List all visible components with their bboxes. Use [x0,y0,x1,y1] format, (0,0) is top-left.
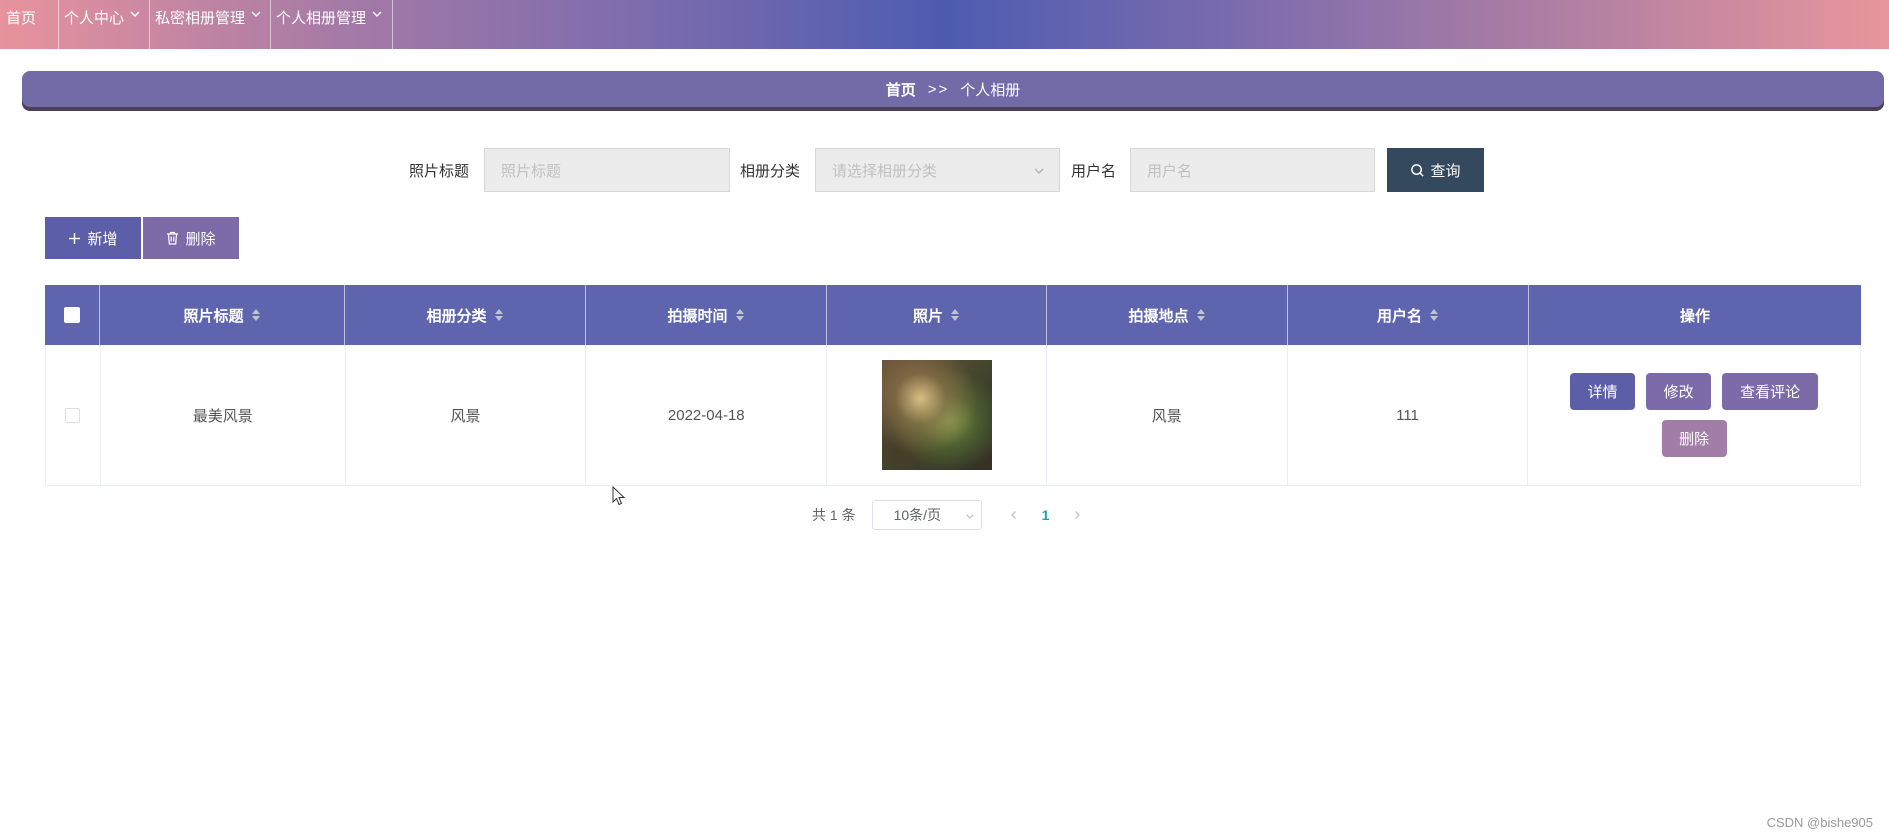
page-number[interactable]: 1 [1042,507,1050,523]
nav-home[interactable]: 首页 [0,0,59,49]
edit-button[interactable]: 修改 [1646,373,1712,410]
sort-icon [1196,309,1205,321]
column-header-photo[interactable]: 照片 [827,285,1047,345]
column-header-label: 用户名 [1376,307,1422,325]
column-header-label: 照片 [912,307,943,325]
pagination: 共 1 条 10条/页 1 [812,500,1087,530]
column-header-label: 照片标题 [183,307,244,325]
row-delete-button[interactable]: 删除 [1661,420,1727,457]
cell-actions: 详情 修改 查看评论 删除 [1528,345,1860,485]
cell-date: 2022-04-18 [586,345,828,485]
title-search-label: 照片标题 [409,163,470,180]
chevron-right-icon [1075,511,1081,519]
album-table: 照片标题 相册分类 拍摄时间 照片 拍摄地点 用户名 操作 最美风景 风景 20… [45,285,1861,486]
cell-photo [827,345,1047,485]
sort-icon [494,309,503,321]
sort-icon [251,309,260,321]
cell-title: 最美风景 [101,345,346,485]
username-search-placeholder: 用户名 [1147,162,1193,180]
column-header-actions: 操作 [1529,285,1861,345]
chevron-down-icon [251,11,261,17]
table-header: 照片标题 相册分类 拍摄时间 照片 拍摄地点 用户名 操作 [45,285,1861,345]
next-page-button[interactable] [1067,505,1087,525]
chevron-down-icon [965,514,974,519]
username-search-label: 用户名 [1071,163,1117,180]
sort-icon [735,309,744,321]
select-all-cell [45,285,100,345]
category-select-placeholder: 请选择相册分类 [832,162,938,180]
column-header-label: 操作 [1679,307,1710,325]
column-header-label: 相册分类 [426,307,487,325]
select-all-checkbox[interactable] [64,307,80,323]
breadcrumb-home[interactable]: 首页 [886,79,916,100]
trash-icon [167,231,179,245]
search-form: 照片标题 照片标题 相册分类 请选择相册分类 用户名 用户名 查询 [0,148,1889,192]
breadcrumb-current: 个人相册 [960,81,1021,99]
nav-personal-center-label: 个人中心 [64,10,125,27]
cell-username: 111 [1288,345,1529,485]
nav-private-album-label: 私密相册管理 [155,10,246,27]
column-header-location[interactable]: 拍摄地点 [1047,285,1288,345]
column-header-label: 拍摄地点 [1128,307,1189,325]
query-button-label: 查询 [1430,162,1461,180]
cell-category: 风景 [346,345,587,485]
title-search-placeholder: 照片标题 [501,162,562,180]
chevron-left-icon [1010,511,1016,519]
prev-page-button[interactable] [1004,505,1024,525]
batch-delete-button[interactable]: 删除 [143,217,239,259]
detail-button[interactable]: 详情 [1570,373,1636,410]
table-row: 最美风景 风景 2022-04-18 风景 111 详情 修改 查看评论 删除 [45,345,1861,486]
photo-thumbnail[interactable] [881,360,992,470]
row-checkbox[interactable] [65,407,81,423]
chevron-down-icon [372,11,382,17]
watermark: CSDN @bishe905 [1766,815,1873,830]
nav-personal-album-label: 个人相册管理 [276,10,367,27]
column-header-username[interactable]: 用户名 [1288,285,1529,345]
add-button-label: 新增 [87,230,118,248]
row-select-cell [46,345,101,485]
breadcrumb: 首页 >> 个人相册 [22,71,1884,107]
category-select[interactable]: 请选择相册分类 [815,148,1060,192]
cell-location: 风景 [1047,345,1288,485]
chevron-down-icon [130,11,140,17]
column-header-label: 拍摄时间 [667,307,728,325]
column-header-date[interactable]: 拍摄时间 [586,285,827,345]
view-comments-button[interactable]: 查看评论 [1722,373,1819,410]
username-search-input[interactable]: 用户名 [1130,148,1375,192]
nav-personal-center[interactable]: 个人中心 [59,0,150,49]
page-size-value: 10条/页 [893,507,942,523]
plus-icon [69,232,81,244]
title-search-input[interactable]: 照片标题 [484,148,730,192]
sort-icon [1430,309,1438,321]
page-size-select[interactable]: 10条/页 [871,500,982,530]
query-button[interactable]: 查询 [1387,148,1484,192]
nav-personal-album-manage[interactable]: 个人相册管理 [271,0,393,49]
nav-home-label: 首页 [6,10,37,27]
breadcrumb-separator: >> [927,80,950,98]
batch-delete-label: 删除 [185,230,216,248]
chevron-down-icon [1034,168,1044,174]
column-header-category[interactable]: 相册分类 [345,285,586,345]
category-search-label: 相册分类 [740,163,801,180]
search-icon [1411,163,1425,177]
sort-icon [951,309,959,321]
mouse-cursor-icon [612,486,626,506]
pagination-total: 共 1 条 [812,507,856,523]
add-button[interactable]: 新增 [45,217,141,259]
nav-private-album-manage[interactable]: 私密相册管理 [150,0,271,49]
column-header-title[interactable]: 照片标题 [100,285,345,345]
top-nav: 首页 个人中心 私密相册管理 个人相册管理 [0,0,1889,49]
